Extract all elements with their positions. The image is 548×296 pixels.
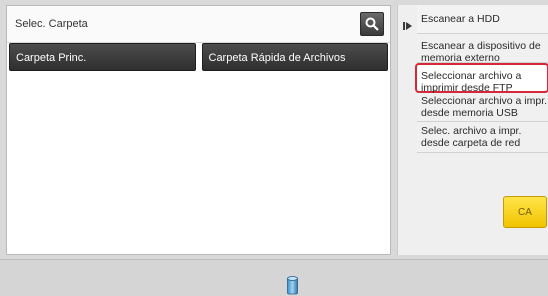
search-button[interactable] xyxy=(360,12,384,36)
clear-all-button[interactable]: CA xyxy=(503,196,547,228)
menu-item-print-from-usb[interactable]: Seleccionar archivo a impr. desde memori… xyxy=(417,93,548,122)
page-title: Selec. Carpeta xyxy=(15,18,88,30)
folder-button-quick-file[interactable]: Carpeta Rápida de Archivos xyxy=(201,43,388,71)
folder-list: Carpeta Princ. Carpeta Rápida de Archivo… xyxy=(7,43,390,73)
menu-item-print-from-network-folder[interactable]: Selec. archivo a impr. desde carpeta de … xyxy=(417,122,548,153)
bottom-bar xyxy=(0,259,548,296)
action-list: Escanear a HDD Escanear a dispositivo de… xyxy=(415,5,548,153)
menu-item-scan-to-hdd[interactable]: Escanear a HDD xyxy=(417,5,548,34)
menu-item-scan-to-external-memory[interactable]: Escanear a dispositivo de memoria extern… xyxy=(417,34,548,63)
menu-item-print-from-ftp[interactable]: Seleccionar archivo a imprimir desde FTP xyxy=(415,63,548,94)
panel-header: Selec. Carpeta xyxy=(7,6,390,43)
storage-icon[interactable] xyxy=(287,276,298,295)
action-panel: Escanear a HDD Escanear a dispositivo de… xyxy=(397,5,548,255)
folder-select-panel: Selec. Carpeta Carpeta Princ. Carpeta Rá… xyxy=(6,5,391,255)
screen: Selec. Carpeta Carpeta Princ. Carpeta Rá… xyxy=(0,0,548,296)
search-icon xyxy=(365,17,379,31)
expand-arrow-icon[interactable] xyxy=(402,20,414,32)
folder-button-main[interactable]: Carpeta Princ. xyxy=(9,43,196,71)
